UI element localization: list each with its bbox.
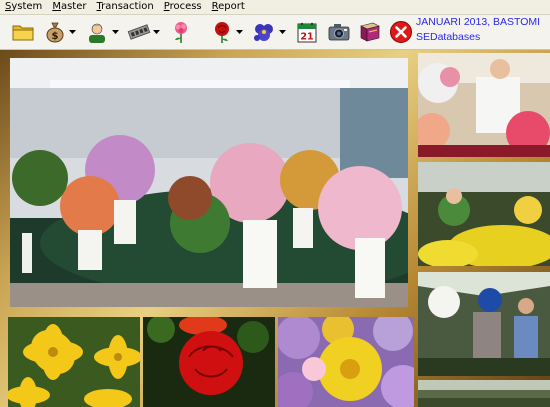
rose-dropdown-arrow[interactable] bbox=[236, 29, 243, 35]
flower-exhibition-photo bbox=[10, 58, 408, 307]
camera-icon[interactable] bbox=[326, 19, 352, 45]
user-dropdown-arrow[interactable] bbox=[112, 29, 119, 35]
desktop-background bbox=[0, 50, 550, 407]
menu-transaction[interactable]: Transaction bbox=[91, 0, 158, 14]
menu-report[interactable]: Report bbox=[207, 0, 250, 14]
status-database: SEDatabases bbox=[416, 31, 481, 43]
user-icon[interactable] bbox=[84, 19, 110, 45]
close-icon[interactable] bbox=[388, 19, 414, 45]
status-period-user: JANUARI 2013, BASTOMI bbox=[416, 16, 541, 28]
mixed-chrysanthemum-photo bbox=[278, 317, 414, 407]
pink-flower-icon[interactable] bbox=[168, 19, 194, 45]
toolbar: $ 21 JANUARI 2013, BASTOMI SEDatabases bbox=[0, 15, 550, 50]
greenhouse-workers-photo bbox=[418, 272, 550, 376]
pansy-dropdown-arrow[interactable] bbox=[279, 29, 286, 35]
menu-system[interactable]: System bbox=[0, 0, 47, 14]
menu-bar: System Master Transaction Process Report bbox=[0, 0, 550, 15]
greenhouse-rows-photo bbox=[418, 380, 550, 407]
money-dropdown-arrow[interactable] bbox=[69, 29, 76, 35]
svg-text:$: $ bbox=[52, 31, 59, 42]
folder-icon[interactable] bbox=[10, 19, 36, 45]
red-rose-icon[interactable] bbox=[209, 19, 235, 45]
pansy-flower-icon[interactable] bbox=[251, 19, 277, 45]
menu-process[interactable]: Process bbox=[159, 0, 207, 14]
calendar-day: 21 bbox=[300, 32, 313, 43]
red-rose-photo bbox=[143, 317, 275, 407]
menu-master[interactable]: Master bbox=[47, 0, 91, 14]
yellow-chrysanthemum-greenhouse-photo bbox=[418, 162, 550, 266]
money-bag-icon[interactable]: $ bbox=[42, 19, 68, 45]
memory-chip-icon[interactable] bbox=[126, 19, 152, 45]
florist-workshop-photo bbox=[418, 53, 550, 157]
book-icon[interactable] bbox=[357, 19, 383, 45]
yellow-daisy-photo bbox=[8, 317, 140, 407]
calendar-icon[interactable]: 21 bbox=[294, 19, 320, 45]
chip-dropdown-arrow[interactable] bbox=[153, 29, 160, 35]
